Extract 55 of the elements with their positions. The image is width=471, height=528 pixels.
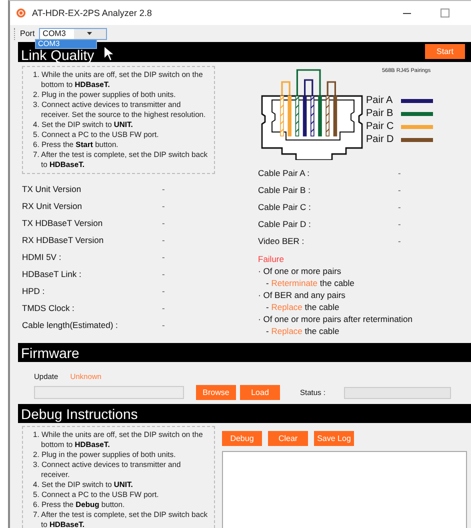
port-dropdown[interactable]: COM3 [38,28,107,40]
field-label: HDMI 5V : [22,252,62,262]
field-value: - [398,184,401,194]
field-value: - [398,218,401,228]
field-value: - [398,168,401,178]
failure-condition: · Of one or more pairs [258,265,342,277]
field-value: - [398,202,401,212]
remedy-text: - Replace the cable [265,301,340,313]
remedy-text: - Replace the cable [265,325,340,337]
field-value: - [162,286,165,296]
app-logo-icon [16,8,26,18]
browse-button[interactable]: Browse [196,385,236,400]
pair-label: Pair D [366,134,395,145]
field-label: Cable Pair B : [258,184,312,194]
remedy-text: - Reterminate the cable [265,277,356,289]
field-label: Cable length(Estimated) : [22,320,119,330]
field-label: Video BER : [258,236,306,246]
field-value: - [162,268,165,278]
field-label: Cable Pair C : [258,202,312,212]
field-value: - [162,320,165,330]
failure-condition: · Of one or more pairs after retermination [258,313,414,325]
field-label: RX Unit Version [22,200,83,210]
window-title: AT-HDR-EX-2PS Analyzer 2.8 [32,8,152,18]
field-value: - [162,218,165,228]
failure-title: Failure [258,253,285,265]
file-path-field[interactable] [34,386,184,399]
section-title: Link Quality [21,49,94,61]
field-value: - [162,302,165,312]
section-title: Debug Instructions [21,408,138,420]
field-value: - [162,252,165,262]
maximize-icon[interactable] [439,7,451,19]
field-label: RX HDBaseT Version [22,234,105,244]
field-label: TMDS Clock : [22,302,76,312]
field-label: TX Unit Version [22,184,82,194]
load-button[interactable]: Load [240,385,280,400]
pair-label: Pair A [366,95,394,106]
field-label: TX HDBaseT Version [22,218,104,228]
field-value: - [162,200,165,210]
field-label: Cable Pair D : [258,218,312,228]
field-label: Cable Pair A : [258,168,311,178]
debug-toolbar-button[interactable]: Clear [268,431,308,446]
debug-toolbar-button[interactable]: Debug [222,431,262,446]
start-button[interactable]: Start [425,44,465,59]
caret-icon [87,32,92,36]
field-label: HDBaseT Link : [22,268,82,278]
field-label: HPD : [22,286,46,296]
field-value: - [398,236,401,246]
field-value: - [162,234,165,244]
pair-label: Pair B [366,108,394,119]
section-title: Firmware [21,346,80,358]
field-value: - [162,184,165,194]
failure-condition: · Of BER and any pairs [258,289,346,301]
pair-label: Pair C [366,121,395,132]
debug-toolbar-button[interactable]: Save Log [314,431,354,446]
port-label: Port [20,29,35,38]
